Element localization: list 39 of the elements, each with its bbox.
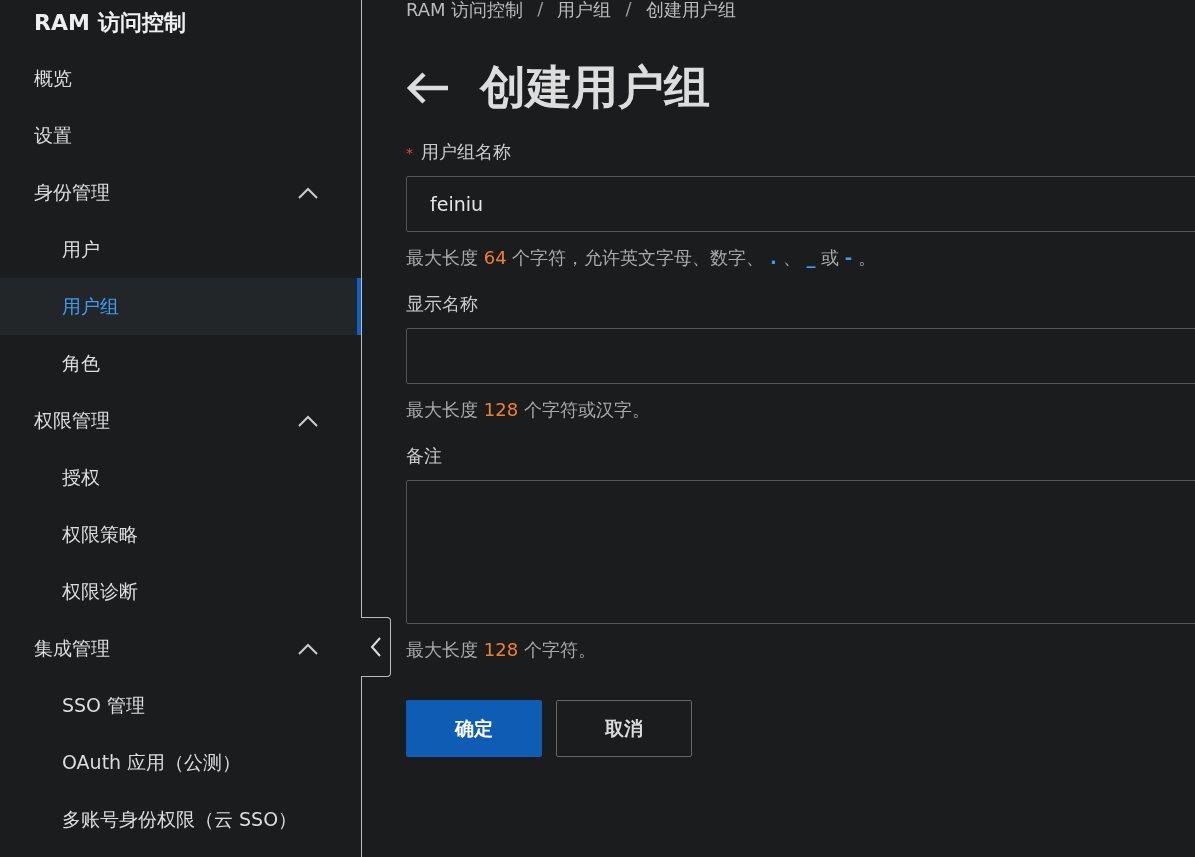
collapse-button[interactable]: [361, 617, 391, 677]
sidebar-item[interactable]: 概览: [0, 50, 361, 107]
field-hint: 最大长度 64 个字符，允许英文字母、数字、 . 、 _ 或 - 。: [406, 246, 878, 270]
field-hint: 最大长度 128 个字符或汉字。: [406, 398, 651, 422]
required-mark: *: [406, 145, 413, 161]
confirm-button[interactable]: 确定: [406, 700, 542, 757]
cancel-button[interactable]: 取消: [556, 700, 692, 757]
sidebar-group[interactable]: 集成管理: [0, 620, 361, 677]
breadcrumb-separator: /: [624, 0, 633, 20]
sidebar-item[interactable]: 设置: [0, 107, 361, 164]
breadcrumb-item[interactable]: 用户组: [557, 0, 612, 20]
sidebar-item[interactable]: 用户: [0, 221, 361, 278]
field-label: 用户组名称: [421, 140, 511, 164]
sidebar-item[interactable]: 授权: [0, 449, 361, 506]
sidebar-item[interactable]: SSO 管理: [0, 677, 361, 734]
sidebar-item[interactable]: 多账号身份权限（云 SSO）: [0, 791, 361, 848]
field-label: 备注: [406, 444, 442, 468]
chevron-icon: [297, 185, 319, 200]
sidebar-item[interactable]: 权限策略: [0, 506, 361, 563]
breadcrumb-item[interactable]: RAM 访问控制: [406, 0, 524, 20]
chevron-icon: [297, 641, 319, 656]
breadcrumb-item[interactable]: 创建用户组: [645, 0, 736, 20]
back-arrow-icon[interactable]: [406, 71, 450, 105]
sidebar-group[interactable]: 权限管理: [0, 392, 361, 449]
breadcrumb-separator: /: [536, 0, 545, 20]
app-title: RAM 访问控制: [33, 9, 187, 37]
chevron-left-icon: [369, 636, 382, 658]
sidebar-group[interactable]: 身份管理: [0, 164, 361, 221]
sidebar-item[interactable]: 角色: [0, 335, 361, 392]
page-title: 创建用户组: [480, 59, 710, 116]
chevron-icon: [297, 413, 319, 428]
sidebar-item[interactable]: OAuth 应用（公测）: [0, 734, 361, 791]
sidebar-item[interactable]: 用户组: [0, 278, 361, 335]
input-field[interactable]: feiniu: [406, 176, 1195, 232]
field-label: 显示名称: [406, 292, 478, 316]
input-field[interactable]: [406, 328, 1195, 384]
textarea-field[interactable]: [406, 480, 1195, 624]
field-hint: 最大长度 128 个字符。: [406, 638, 597, 662]
sidebar-item[interactable]: 权限诊断: [0, 563, 361, 620]
